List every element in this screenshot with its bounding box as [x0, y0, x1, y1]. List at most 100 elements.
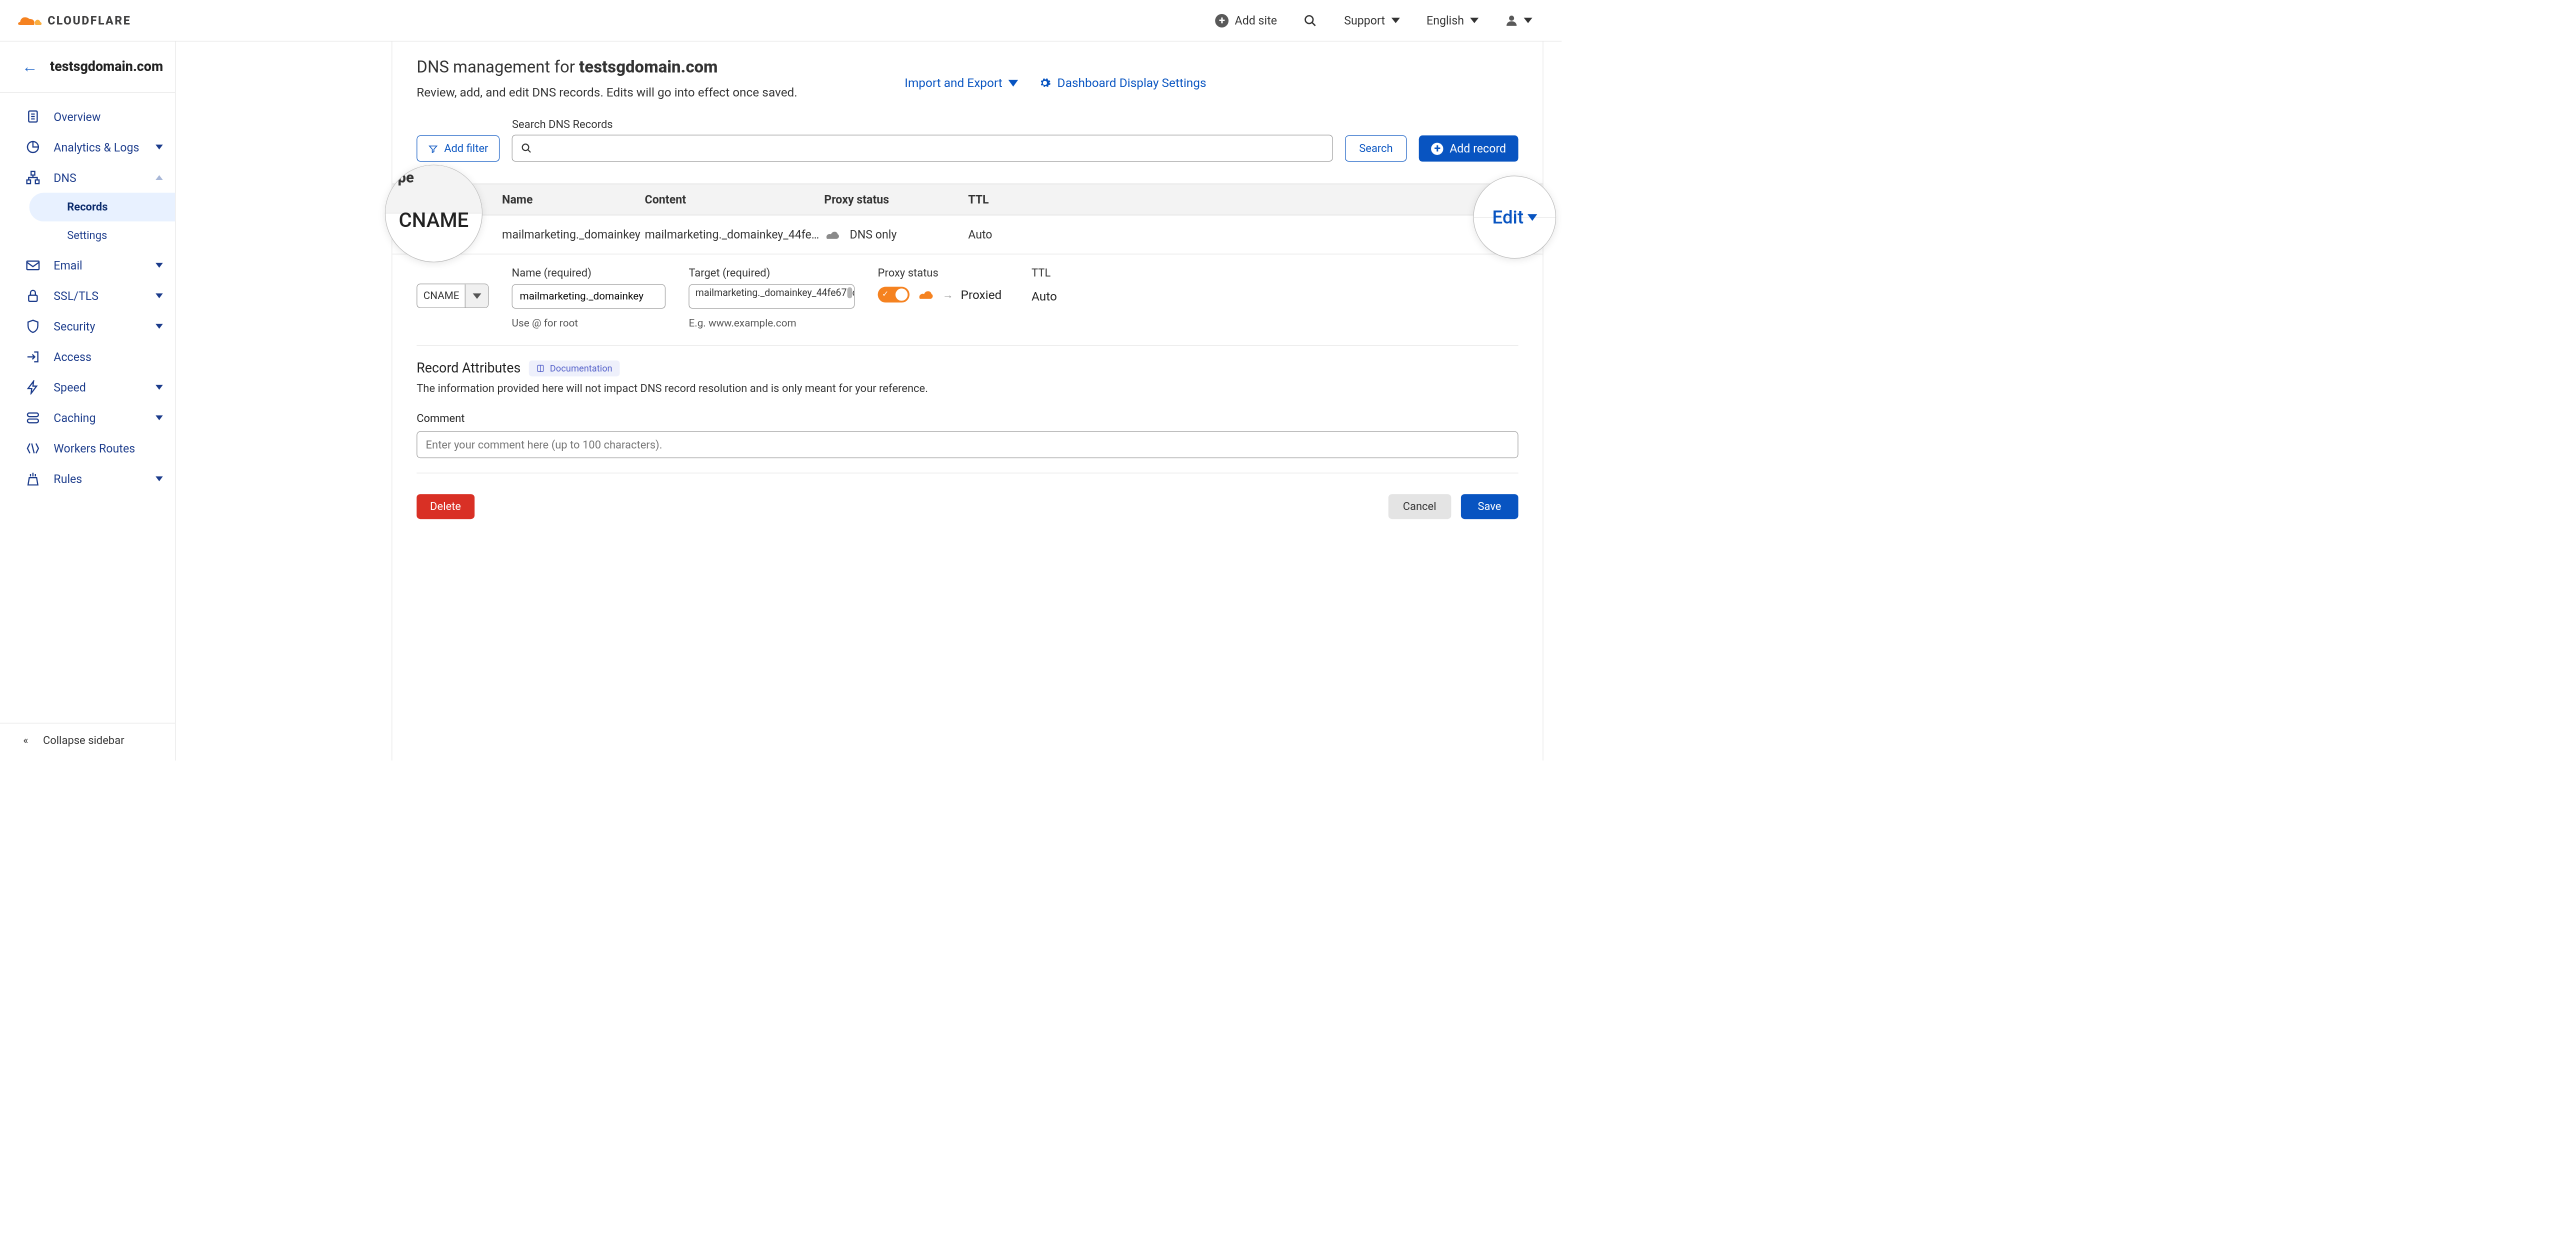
column-ttl: TTL	[968, 192, 1053, 206]
page-title: DNS management for testsgdomain.com	[417, 57, 881, 77]
chevron-down-icon	[156, 324, 163, 329]
row-content: mailmarketing._domainkey_44fe…	[645, 228, 824, 242]
documentation-link[interactable]: Documentation	[529, 361, 620, 377]
caret-down-icon	[1470, 18, 1479, 23]
import-export-dropdown[interactable]: Import and Export	[905, 76, 1019, 91]
name-hint: Use @ for root	[512, 317, 666, 329]
sidebar-item-security[interactable]: Security	[0, 311, 175, 342]
clipboard-icon	[26, 109, 41, 124]
person-icon	[1505, 14, 1517, 26]
ttl-value: Auto	[1032, 289, 1105, 304]
ttl-label: TTL	[1032, 267, 1105, 280]
pie-chart-icon	[26, 140, 41, 155]
hierarchy-icon	[26, 170, 41, 185]
main-content: DNS management for testsgdomain.com Revi…	[176, 41, 1562, 760]
search-label: Search DNS Records	[512, 118, 1333, 131]
cloud-orange-icon	[917, 289, 935, 301]
search-icon	[1304, 14, 1317, 27]
dns-table-header: Name Content Proxy status TTL	[392, 184, 1542, 216]
sidebar: ← testsgdomain.com Overview Analytics & …	[0, 41, 176, 760]
collapse-sidebar-button[interactable]: « Collapse sidebar	[0, 723, 175, 761]
sidebar-item-caching[interactable]: Caching	[0, 403, 175, 434]
chevron-down-icon	[156, 415, 163, 420]
type-select[interactable]: CNAME	[417, 284, 489, 308]
name-label: Name (required)	[512, 267, 666, 280]
row-proxy: DNS only	[850, 228, 897, 242]
add-filter-button[interactable]: Add filter	[417, 135, 500, 161]
name-input[interactable]	[512, 284, 666, 308]
column-proxy: Proxy status	[824, 192, 968, 206]
check-icon: ✓	[882, 290, 889, 299]
book-icon	[536, 364, 545, 373]
cloudflare-logo-icon	[17, 14, 43, 27]
support-dropdown[interactable]: Support	[1344, 13, 1400, 27]
sidebar-item-rules[interactable]: Rules	[0, 464, 175, 495]
domain-breadcrumb[interactable]: ← testsgdomain.com	[0, 41, 175, 92]
sidebar-item-dns-settings[interactable]: Settings	[0, 221, 175, 250]
plus-circle-icon: +	[1215, 14, 1228, 27]
sidebar-item-access[interactable]: Access	[0, 342, 175, 373]
lock-icon	[26, 289, 41, 304]
comment-input[interactable]	[417, 431, 1519, 458]
cloudflare-logo[interactable]: CLOUDFLARE	[17, 13, 131, 27]
domain-name: testsgdomain.com	[50, 59, 163, 74]
chevron-down-icon	[156, 476, 163, 481]
target-label: Target (required)	[689, 267, 855, 280]
record-attributes-title: Record Attributes	[417, 361, 521, 376]
chevron-down-icon	[156, 385, 163, 390]
cloud-gray-icon	[824, 229, 841, 240]
sidebar-item-overview[interactable]: Overview	[0, 101, 175, 132]
sidebar-item-records[interactable]: Records	[29, 193, 175, 222]
proxied-label: Proxied	[961, 287, 1002, 302]
search-button[interactable]: Search	[1345, 135, 1407, 161]
account-dropdown[interactable]	[1505, 14, 1532, 26]
envelope-icon	[26, 258, 41, 273]
arrow-right-icon: →	[942, 288, 953, 301]
add-site-button[interactable]: + Add site	[1215, 13, 1277, 27]
dns-table-row[interactable]: mailmarketing._domainkey mailmarketing._…	[392, 215, 1542, 254]
chevron-up-icon	[156, 175, 163, 180]
search-input[interactable]	[512, 135, 1333, 162]
sidebar-item-speed[interactable]: Speed	[0, 372, 175, 403]
proxy-label: Proxy status	[878, 267, 1009, 280]
record-edit-form: CNAME Name (required) Use @ for root Tar…	[392, 254, 1542, 329]
workers-icon	[26, 441, 41, 456]
row-name: mailmarketing._domainkey	[502, 228, 645, 242]
brand-text: CLOUDFLARE	[48, 13, 131, 27]
caret-down-icon	[1524, 18, 1533, 23]
column-content: Content	[645, 192, 824, 206]
cancel-button[interactable]: Cancel	[1388, 494, 1451, 519]
proxy-toggle[interactable]: ✓	[878, 287, 910, 303]
back-arrow-icon[interactable]: ←	[22, 57, 38, 76]
database-icon	[26, 411, 41, 426]
language-dropdown[interactable]: English	[1426, 13, 1478, 27]
chevron-down-icon	[156, 145, 163, 150]
page-subtitle: Review, add, and edit DNS records. Edits…	[417, 83, 881, 101]
sidebar-item-email[interactable]: Email	[0, 250, 175, 281]
caret-down-icon	[1391, 18, 1400, 23]
save-button[interactable]: Save	[1461, 494, 1519, 519]
comment-label: Comment	[417, 412, 1519, 425]
global-search-button[interactable]	[1304, 14, 1317, 27]
rules-icon	[26, 472, 41, 487]
scrollbar-thumb[interactable]	[847, 287, 852, 298]
filter-icon	[428, 144, 438, 154]
search-icon	[521, 143, 532, 154]
display-settings-link[interactable]: Dashboard Display Settings	[1039, 76, 1206, 91]
caret-down-icon	[472, 293, 481, 298]
sidebar-item-workers[interactable]: Workers Routes	[0, 433, 175, 464]
caret-down-icon	[1009, 80, 1019, 87]
sidebar-item-ssl[interactable]: SSL/TLS	[0, 281, 175, 312]
topbar: CLOUDFLARE + Add site Support English	[0, 0, 1562, 41]
bolt-icon	[26, 380, 41, 395]
gear-icon	[1039, 77, 1051, 89]
record-attributes-desc: The information provided here will not i…	[417, 382, 1519, 395]
sidebar-item-dns[interactable]: DNS	[0, 162, 175, 193]
sidebar-item-analytics[interactable]: Analytics & Logs	[0, 132, 175, 163]
column-name: Name	[502, 192, 645, 206]
row-ttl: Auto	[968, 228, 1053, 242]
delete-button[interactable]: Delete	[417, 494, 475, 519]
target-input[interactable]: mailmarketing._domainkey_44fe671c1d261f2…	[689, 284, 855, 308]
add-record-button[interactable]: + Add record	[1419, 135, 1518, 161]
plus-circle-icon: +	[1431, 142, 1443, 154]
